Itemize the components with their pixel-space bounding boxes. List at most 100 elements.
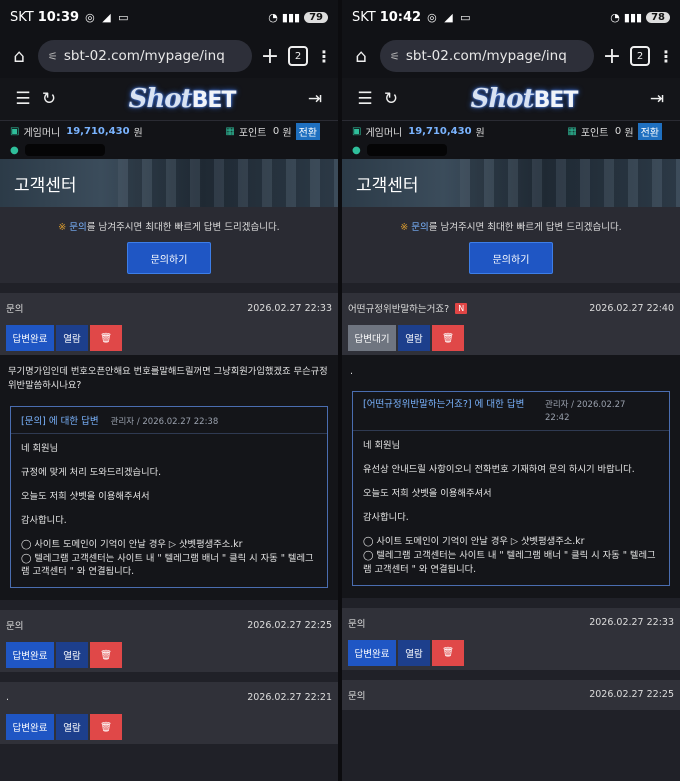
tab-switcher-button[interactable]: 2: [630, 46, 650, 66]
inquiry-item[interactable]: 어떤규정위반말하는거죠? N 2026.02.27 22:40 답변대기 열람 …: [342, 293, 680, 355]
view-button[interactable]: 열람: [56, 642, 88, 669]
notice-link[interactable]: 문의: [411, 222, 428, 233]
status-bar: SKT 10:39 ◎ ◢ ▭ ◔ ▮▮▮ 79: [0, 0, 338, 34]
inquiry-title[interactable]: 문의: [6, 301, 23, 315]
clock: 10:39: [37, 9, 80, 25]
new-tab-icon[interactable]: +: [602, 44, 622, 69]
site-header: ☰ ↻ ShotBET ⇥: [342, 78, 680, 121]
answer-line: 감사합니다.: [363, 511, 409, 523]
exchange-button[interactable]: 전환: [637, 122, 662, 140]
spacer: [0, 600, 338, 611]
new-tab-icon[interactable]: +: [260, 44, 280, 69]
trash-icon[interactable]: 🗑: [432, 325, 464, 351]
write-inquiry-button[interactable]: 문의하기: [469, 242, 553, 274]
notice-mark: ※: [400, 222, 409, 233]
inquiry-header: 어떤규정위반말하는거죠? N 2026.02.27 22:40: [348, 293, 674, 323]
inquiry-title[interactable]: .: [6, 692, 9, 703]
money-label: 게임머니: [23, 127, 61, 139]
view-button[interactable]: 열람: [398, 639, 430, 666]
answer-line: 유선상 안내드릴 사항이오니 전화번호 기재하여 문의 하시기 바랍니다.: [363, 463, 635, 475]
view-button[interactable]: 열람: [56, 714, 88, 741]
inquiry-date: 2026.02.27 22:33: [589, 617, 674, 629]
status-right: ◔ ▮▮▮ 79: [268, 11, 328, 24]
question-text: 무기명가입인데 번호오픈안해요 번호를말해드릴꺼면 그냥회원가입했겠죠 무슨규정…: [8, 366, 328, 392]
point-unit: 원: [624, 127, 634, 139]
status-answered-button[interactable]: 답변완료: [6, 325, 54, 351]
trash-icon[interactable]: 🗑: [432, 639, 464, 666]
inquiry-detail: . [어떤규정위반말하는거죠?] 에 대한 답변 관리자 / 2026.02.2…: [342, 355, 680, 598]
answer-header: [어떤규정위반말하는거죠?] 에 대한 답변 관리자 / 2026.02.27 …: [353, 392, 669, 432]
write-inquiry-button[interactable]: 문의하기: [127, 242, 211, 274]
tab-switcher-button[interactable]: 2: [288, 46, 308, 66]
refresh-icon[interactable]: ↻: [36, 89, 62, 109]
inquiry-item[interactable]: . 2026.02.27 22:21 답변완료 열람 🗑: [0, 682, 338, 745]
spacer: [342, 283, 680, 293]
logo-shot: Shot: [470, 84, 535, 114]
more-menu-icon[interactable]: ⋮: [316, 47, 332, 66]
answer-line: ◯ 사이트 도메인이 기억이 안날 경우 ▷ 샷벳평생주소.kr: [21, 538, 243, 550]
inquiry-title[interactable]: 문의: [6, 618, 23, 632]
browser-toolbar: ⌂ ⚟ sbt-02.com/mypage/inq + 2 ⋮: [0, 34, 338, 78]
inquiry-item[interactable]: 문의 2026.02.27 22:33 답변완료 열람 🗑: [0, 293, 338, 355]
trash-icon[interactable]: 🗑: [90, 325, 122, 351]
view-button[interactable]: 열람: [56, 325, 88, 351]
inquiry-item[interactable]: 문의 2026.02.27 22:33 답변완료 열람 🗑: [342, 607, 680, 670]
answer-header: [문의] 에 대한 답변 관리자 / 2026.02.27 22:38: [11, 407, 327, 434]
spacer: [342, 597, 680, 608]
address-bar[interactable]: ⚟ sbt-02.com/mypage/inq: [38, 40, 252, 72]
refresh-icon[interactable]: ↻: [378, 89, 404, 109]
point-group: ▦ 포인트 0 원 전환: [567, 122, 662, 140]
logo-bet: BET: [191, 88, 237, 113]
status-waiting-button[interactable]: 답변대기: [348, 325, 396, 351]
cs-banner: 고객센터: [0, 159, 338, 207]
inquiry-title[interactable]: 문의: [348, 688, 365, 702]
notice-mark: ※: [58, 222, 67, 233]
more-menu-icon[interactable]: ⋮: [658, 47, 674, 66]
logout-icon[interactable]: ⇥: [644, 89, 670, 109]
trash-icon[interactable]: 🗑: [90, 642, 122, 669]
site-logo[interactable]: ShotBET: [62, 84, 302, 114]
wifi-icon: ◔: [610, 10, 620, 24]
status-answered-button[interactable]: 답변완료: [6, 642, 54, 669]
address-bar[interactable]: ⚟ sbt-02.com/mypage/inq: [380, 40, 594, 72]
menu-icon[interactable]: ☰: [10, 89, 36, 109]
status-answered-button[interactable]: 답변완료: [348, 639, 396, 666]
carrier: SKT: [352, 9, 376, 25]
exchange-button[interactable]: 전환: [295, 122, 320, 140]
notice-link[interactable]: 문의: [69, 222, 86, 233]
logout-icon[interactable]: ⇥: [302, 89, 328, 109]
answer-title: [문의] 에 대한 답변: [21, 415, 99, 427]
inquiry-actions: 답변완료 열람 🗑: [6, 323, 332, 355]
site-settings-icon[interactable]: ⚟: [390, 50, 400, 63]
answer-line: 네 회원님: [363, 440, 401, 452]
home-icon[interactable]: ⌂: [350, 46, 372, 67]
point-unit: 원: [282, 127, 292, 139]
inquiry-date: 2026.02.27 22:25: [589, 689, 674, 701]
status-answered-button[interactable]: 답변완료: [6, 714, 54, 741]
answer-meta: 관리자 / 2026.02.27 22:38: [110, 416, 219, 427]
notice-text: ※ 문의를 남겨주시면 최대한 빠르게 답변 드리겠습니다.: [342, 207, 680, 233]
banner-decoration: [118, 159, 338, 207]
answer-line: ◯ 사이트 도메인이 기억이 안날 경우 ▷ 샷벳평생주소.kr: [363, 535, 585, 547]
logo-shot: Shot: [128, 84, 193, 114]
menu-icon[interactable]: ☰: [352, 89, 378, 109]
inquiry-item[interactable]: 문의 2026.02.27 22:25: [342, 679, 680, 710]
inquiry-item[interactable]: 문의 2026.02.27 22:25 답변완료 열람 🗑: [0, 610, 338, 673]
view-button[interactable]: 열람: [398, 325, 430, 351]
trash-icon[interactable]: 🗑: [90, 714, 122, 741]
gift-icon: ▦: [567, 125, 577, 137]
answer-line: 규정에 맞게 처리 도와드리겠습니다.: [21, 466, 162, 478]
spacer: [342, 669, 680, 680]
inquiry-header: 문의 2026.02.27 22:25: [348, 680, 674, 710]
inquiry-title[interactable]: 문의: [348, 616, 365, 630]
url-text: sbt-02.com/mypage/inq: [63, 48, 225, 64]
site-logo[interactable]: ShotBET: [404, 84, 644, 114]
user-row: ●: [0, 141, 338, 159]
screenshot-composite: SKT 10:39 ◎ ◢ ▭ ◔ ▮▮▮ 79 ⌂ ⚟ sbt-02.com/…: [0, 0, 680, 781]
spacer: [0, 672, 338, 683]
inquiry-title[interactable]: 어떤규정위반말하는거죠?: [348, 301, 449, 315]
money-bar: ▣ 게임머니 19,710,430 원 ▦ 포인트 0 원 전환: [342, 121, 680, 141]
site-settings-icon[interactable]: ⚟: [48, 50, 58, 63]
point-label: 포인트: [238, 127, 267, 139]
home-icon[interactable]: ⌂: [8, 46, 30, 67]
